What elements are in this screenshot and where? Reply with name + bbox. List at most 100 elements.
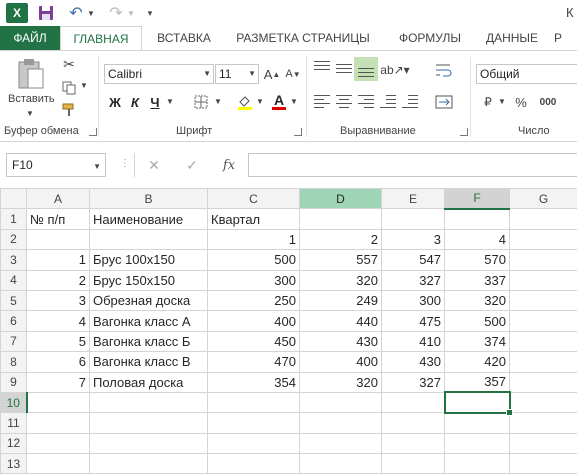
cell-c10[interactable]: [208, 392, 300, 412]
fill-color-icon[interactable]: [236, 93, 254, 111]
row-header[interactable]: 11: [1, 413, 27, 433]
number-format-select[interactable]: Общий: [476, 64, 577, 84]
cell-c12[interactable]: [208, 433, 300, 453]
enter-icon[interactable]: ✓: [182, 156, 202, 174]
cell-a7[interactable]: 5: [27, 331, 90, 351]
formula-input[interactable]: [248, 153, 577, 177]
cell-f8[interactable]: 420: [445, 352, 510, 372]
cell-g9[interactable]: [510, 372, 577, 392]
borders-dropdown-icon[interactable]: ▼: [214, 97, 222, 106]
cell-f9[interactable]: 357: [445, 372, 510, 392]
cell-f13[interactable]: [445, 454, 510, 474]
cell-b1[interactable]: Наименование: [90, 209, 208, 229]
formula-bar-grip-icon[interactable]: ⋮: [120, 158, 131, 169]
cell-d8[interactable]: 400: [300, 352, 382, 372]
wrap-text-icon[interactable]: [434, 61, 454, 79]
cell-f7[interactable]: 374: [445, 331, 510, 351]
column-header-e[interactable]: E: [382, 189, 445, 209]
font-color-dropdown-icon[interactable]: ▼: [290, 97, 298, 106]
cell-a9[interactable]: 7: [27, 372, 90, 392]
redo-dropdown-icon[interactable]: ▼: [126, 3, 136, 23]
cell-d9[interactable]: 320: [300, 372, 382, 392]
cell-g10[interactable]: [510, 392, 577, 412]
cell-e8[interactable]: 430: [382, 352, 445, 372]
row-header[interactable]: 13: [1, 454, 27, 474]
cell-f2[interactable]: 4: [445, 229, 510, 249]
cell-g11[interactable]: [510, 413, 577, 433]
cell-d13[interactable]: [300, 454, 382, 474]
cell-c9[interactable]: 354: [208, 372, 300, 392]
row-header[interactable]: 5: [1, 290, 27, 310]
tab-formulas[interactable]: ФОРМУЛЫ: [390, 26, 470, 50]
cell-g7[interactable]: [510, 331, 577, 351]
format-painter-icon[interactable]: [60, 101, 78, 119]
cell-g1[interactable]: [510, 209, 577, 229]
cell-c13[interactable]: [208, 454, 300, 474]
row-header[interactable]: 7: [1, 331, 27, 351]
clipboard-launcher-icon[interactable]: [89, 128, 97, 136]
percent-style-icon[interactable]: %: [512, 93, 530, 111]
cell-b6[interactable]: Вагонка класс А: [90, 311, 208, 331]
row-header[interactable]: 8: [1, 352, 27, 372]
cell-e12[interactable]: [382, 433, 445, 453]
cancel-icon[interactable]: ✕: [144, 156, 164, 174]
cell-f5[interactable]: 320: [445, 290, 510, 310]
cell-g12[interactable]: [510, 433, 577, 453]
cell-f3[interactable]: 570: [445, 250, 510, 270]
cell-e11[interactable]: [382, 413, 445, 433]
paste-dropdown-icon[interactable]: ▼: [26, 109, 34, 118]
cell-a1[interactable]: № п/п: [27, 209, 90, 229]
cell-e1[interactable]: [382, 209, 445, 229]
currency-dropdown-icon[interactable]: ▼: [498, 97, 506, 106]
cell-e10[interactable]: [382, 392, 445, 412]
customize-toolbar-icon[interactable]: ▾: [144, 3, 156, 23]
save-icon[interactable]: [36, 3, 56, 23]
cell-b13[interactable]: [90, 454, 208, 474]
cell-f10[interactable]: [445, 392, 510, 412]
alignment-launcher-icon[interactable]: [460, 128, 468, 136]
cell-e2[interactable]: 3: [382, 229, 445, 249]
copy-dropdown-icon[interactable]: ▼: [80, 81, 88, 90]
cell-g4[interactable]: [510, 270, 577, 290]
paste-icon[interactable]: [16, 57, 46, 91]
cell-b4[interactable]: Брус 150х150: [90, 270, 208, 290]
cell-e4[interactable]: 327: [382, 270, 445, 290]
name-box[interactable]: F10▼: [6, 153, 106, 177]
cell-d4[interactable]: 320: [300, 270, 382, 290]
cell-g2[interactable]: [510, 229, 577, 249]
font-color-icon[interactable]: A: [270, 91, 288, 111]
cell-e7[interactable]: 410: [382, 331, 445, 351]
italic-button[interactable]: К: [126, 93, 144, 111]
underline-dropdown-icon[interactable]: ▼: [166, 97, 174, 106]
tab-data[interactable]: ДАННЫЕ: [482, 26, 542, 50]
currency-format-icon[interactable]: ₽: [478, 93, 498, 111]
increase-indent-icon[interactable]: [402, 93, 418, 107]
cell-c4[interactable]: 300: [208, 270, 300, 290]
column-header-f[interactable]: F: [445, 189, 510, 209]
cell-f6[interactable]: 500: [445, 311, 510, 331]
row-header[interactable]: 10: [1, 392, 27, 412]
cell-b12[interactable]: [90, 433, 208, 453]
cell-c5[interactable]: 250: [208, 290, 300, 310]
cell-c7[interactable]: 450: [208, 331, 300, 351]
cell-d3[interactable]: 557: [300, 250, 382, 270]
align-right-icon[interactable]: [358, 93, 374, 107]
cell-a10[interactable]: [27, 392, 90, 412]
cell-f12[interactable]: [445, 433, 510, 453]
cell-c2[interactable]: 1: [208, 229, 300, 249]
cell-g13[interactable]: [510, 454, 577, 474]
decrease-indent-icon[interactable]: [380, 93, 396, 107]
paste-label[interactable]: Вставить: [8, 93, 55, 105]
undo-icon[interactable]: ↶: [66, 3, 86, 23]
fill-color-dropdown-icon[interactable]: ▼: [256, 97, 264, 106]
tab-home[interactable]: ГЛАВНАЯ: [60, 26, 142, 51]
cell-a5[interactable]: 3: [27, 290, 90, 310]
cell-d6[interactable]: 440: [300, 311, 382, 331]
align-left-icon[interactable]: [314, 93, 330, 107]
tab-file[interactable]: ФАЙЛ: [0, 26, 60, 50]
cell-a11[interactable]: [27, 413, 90, 433]
insert-function-icon[interactable]: fx: [218, 156, 240, 174]
cell-a2[interactable]: [27, 229, 90, 249]
tab-insert[interactable]: ВСТАВКА: [150, 26, 218, 50]
cell-b8[interactable]: Вагонка класс В: [90, 352, 208, 372]
